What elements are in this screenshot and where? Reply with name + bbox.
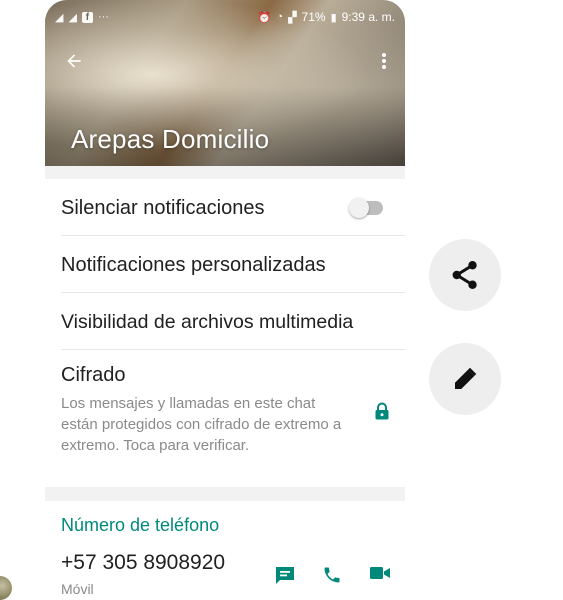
custom-notifications-label: Notificaciones personalizadas	[61, 254, 326, 276]
more-options-button[interactable]	[373, 48, 395, 74]
media-visibility-row[interactable]: Visibilidad de archivos multimedia	[61, 293, 405, 349]
settings-card: Silenciar notificaciones Notificaciones …	[45, 179, 405, 487]
call-button[interactable]	[322, 565, 346, 587]
more-dots-icon: ···	[97, 11, 109, 23]
encryption-label: Cifrado	[61, 364, 126, 386]
status-bar: ◢ ◢ f ··· ⏰ ◔ ▞ 71% ▮ 9:39 a. m.	[45, 0, 405, 34]
encryption-row[interactable]: Cifrado Los mensajes y llamadas en este …	[61, 350, 405, 487]
pencil-icon	[455, 367, 477, 389]
back-button[interactable]	[61, 48, 87, 74]
custom-notifications-row[interactable]: Notificaciones personalizadas	[61, 236, 405, 292]
video-icon	[370, 567, 390, 579]
phone-number[interactable]: +57 305 8908920	[61, 551, 225, 575]
message-button[interactable]	[274, 565, 298, 587]
top-app-bar	[45, 40, 405, 80]
battery-percent: 71%	[301, 10, 326, 24]
chat-info-screen: ◢ ◢ f ··· ⏰ ◔ ▞ 71% ▮ 9:39 a. m. Arepas …	[45, 0, 405, 595]
edit-button[interactable]	[429, 343, 501, 415]
status-right: ⏰ ◔ ▞ 71% ▮ 9:39 a. m.	[258, 10, 395, 24]
mute-label: Silenciar notificaciones	[61, 197, 265, 219]
mute-toggle[interactable]	[349, 198, 383, 218]
contact-name: Arepas Domicilio	[71, 124, 270, 154]
arrow-left-icon	[67, 54, 81, 68]
share-icon	[452, 261, 477, 289]
mute-notifications-row[interactable]: Silenciar notificaciones	[61, 179, 405, 235]
media-visibility-label: Visibilidad de archivos multimedia	[61, 311, 354, 333]
signal-icon: ◢	[55, 11, 64, 24]
battery-icon: ▮	[330, 11, 337, 24]
cell-signal-icon: ▞	[288, 11, 297, 24]
encryption-description: Los mensajes y llamadas en este chat est…	[61, 395, 342, 454]
phone-type: Móvil	[61, 581, 94, 595]
more-vertical-icon	[382, 53, 386, 69]
phone-section-title: Número de teléfono	[61, 515, 220, 535]
toggle-knob	[349, 198, 369, 218]
clock: 9:39 a. m.	[341, 10, 395, 24]
phone-number-card: Número de teléfono +57 305 8908920 Móvil	[45, 501, 405, 595]
wifi-icon: ◔	[276, 11, 284, 23]
lock-icon	[375, 402, 389, 420]
message-icon	[276, 567, 294, 584]
avatar[interactable]	[0, 576, 12, 600]
signal-icon: ◢	[68, 11, 77, 24]
facebook-icon: f	[81, 11, 93, 23]
share-button[interactable]	[429, 239, 501, 311]
phone-icon	[324, 567, 340, 583]
video-call-button[interactable]	[369, 565, 393, 587]
status-left: ◢ ◢ f ···	[55, 11, 109, 24]
alarm-icon: ⏰	[257, 11, 272, 24]
